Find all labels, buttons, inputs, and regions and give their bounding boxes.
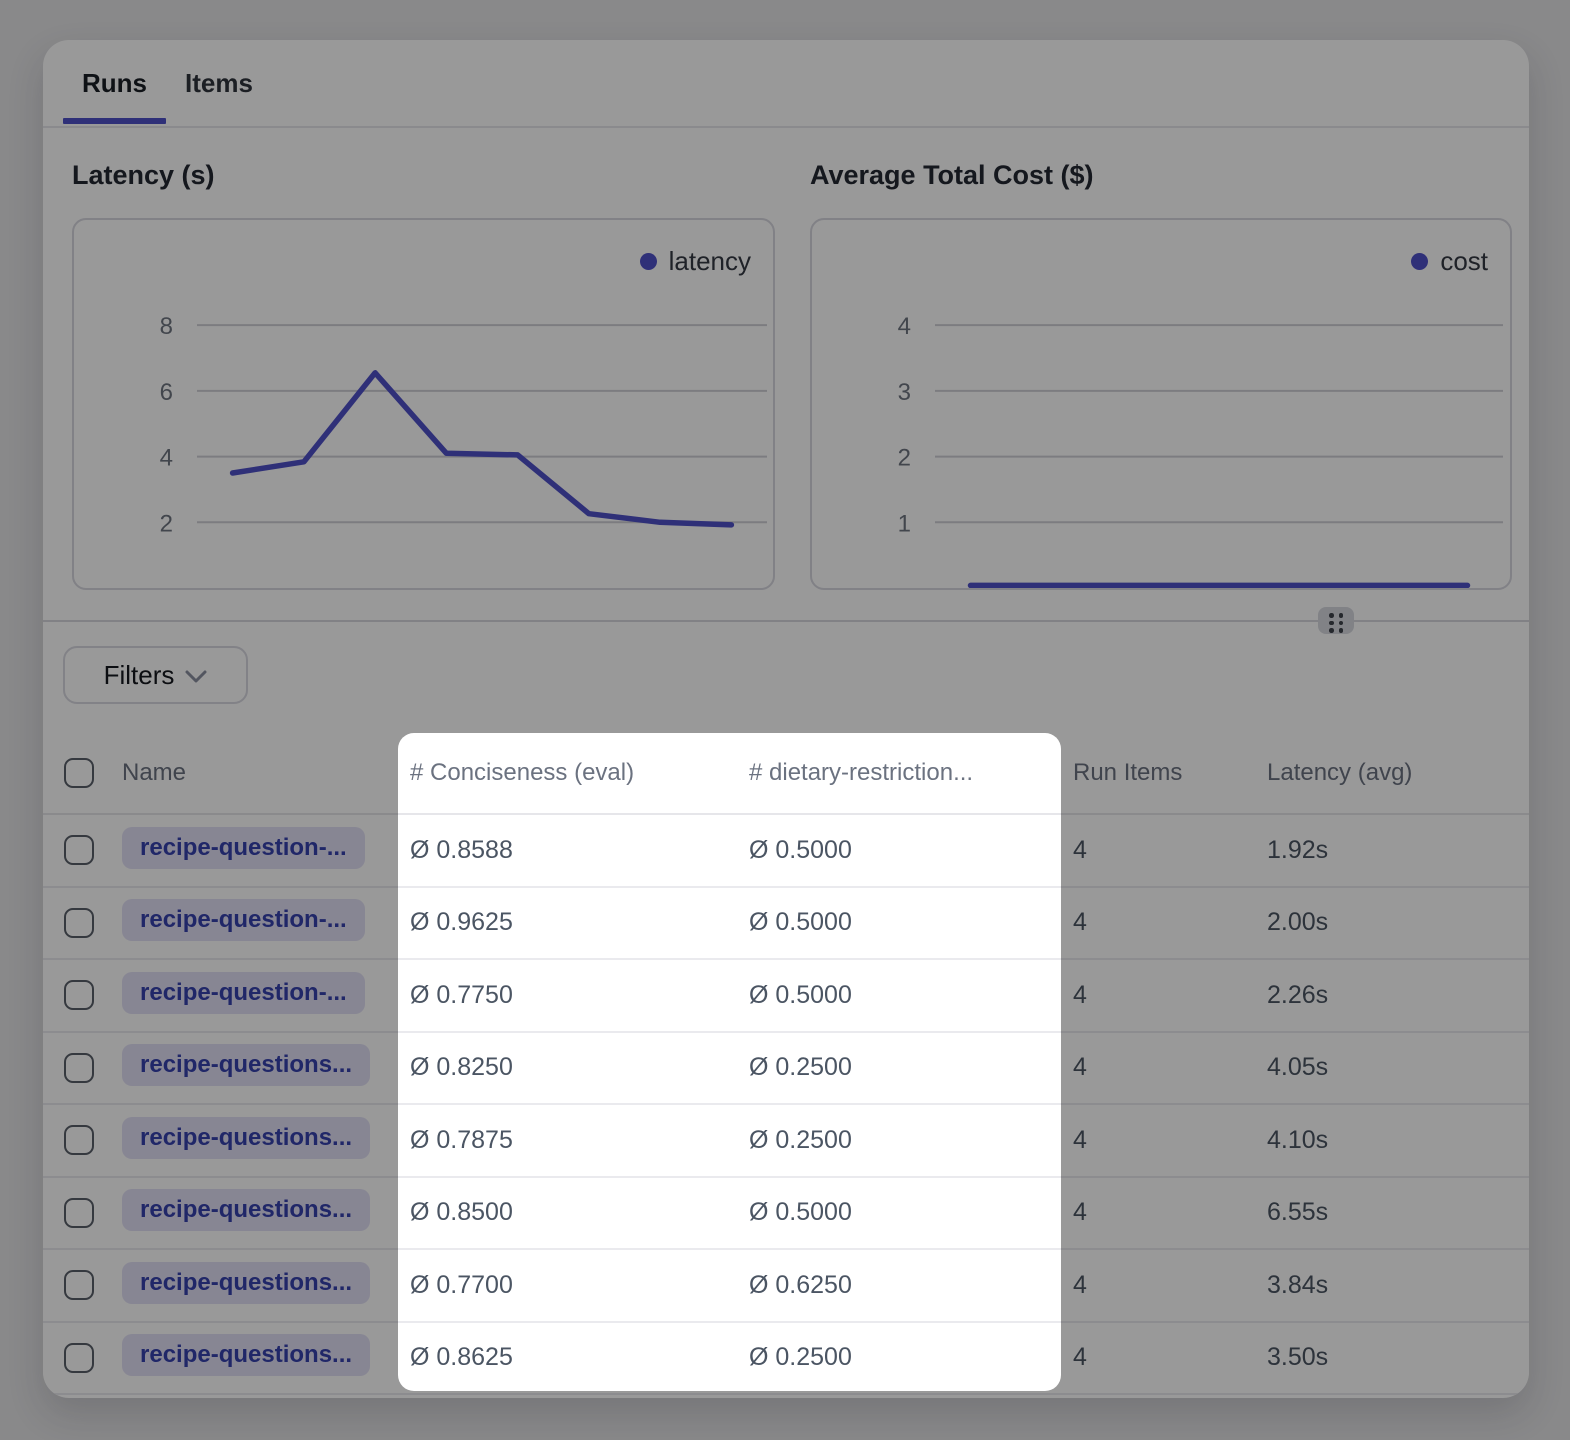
runs-panel: Runs Items Latency (s) Average Total Cos… xyxy=(43,40,1529,1398)
run-name-badge[interactable]: recipe-question-... xyxy=(122,899,365,941)
svg-text:8: 8 xyxy=(160,313,173,340)
conciseness-value: Ø 0.8588 xyxy=(398,836,737,865)
tab-items[interactable]: Items xyxy=(166,40,272,126)
active-tab-indicator xyxy=(63,118,166,124)
cost-chart: 1 2 3 4 xyxy=(812,220,1510,588)
table-row: recipe-questions... Ø 0.8625 Ø 0.2500 4 … xyxy=(43,1323,1529,1396)
dietary-value: Ø 0.2500 xyxy=(737,1343,1061,1372)
dietary-value: Ø 0.6250 xyxy=(737,1271,1061,1300)
legend-dot-icon xyxy=(1411,253,1428,270)
run-items-value: 4 xyxy=(1061,1198,1255,1227)
run-name-badge[interactable]: recipe-question-... xyxy=(122,972,365,1014)
conciseness-value: Ø 0.8250 xyxy=(398,1053,737,1082)
table-row: recipe-questions... Ø 0.8250 Ø 0.2500 4 … xyxy=(43,1033,1529,1106)
latency-value: 6.55s xyxy=(1255,1198,1529,1227)
col-header-name: Name xyxy=(120,759,398,787)
row-checkbox[interactable] xyxy=(64,835,94,865)
tab-runs[interactable]: Runs xyxy=(63,40,166,126)
dietary-value: Ø 0.5000 xyxy=(737,981,1061,1010)
run-items-value: 4 xyxy=(1061,836,1255,865)
cost-chart-card: 1 2 3 4 cost xyxy=(810,218,1512,590)
conciseness-value: Ø 0.7750 xyxy=(398,981,737,1010)
col-header-latency: Latency (avg) xyxy=(1255,759,1529,787)
chevron-down-icon xyxy=(185,670,207,684)
run-name-badge[interactable]: recipe-questions... xyxy=(122,1044,370,1086)
cost-chart-title: Average Total Cost ($) xyxy=(810,160,1094,191)
run-name-badge[interactable]: recipe-questions... xyxy=(122,1189,370,1231)
dietary-value: Ø 0.5000 xyxy=(737,836,1061,865)
select-all-checkbox[interactable] xyxy=(64,758,94,788)
row-checkbox[interactable] xyxy=(64,980,94,1010)
run-items-value: 4 xyxy=(1061,908,1255,937)
filters-button[interactable]: Filters xyxy=(63,646,248,704)
latency-legend[interactable]: latency xyxy=(640,246,751,277)
table-row: recipe-question-... Ø 0.8588 Ø 0.5000 4 … xyxy=(43,815,1529,888)
latency-value: 2.00s xyxy=(1255,908,1529,937)
screen: Runs Items Latency (s) Average Total Cos… xyxy=(0,0,1570,1440)
svg-text:4: 4 xyxy=(898,313,911,340)
run-name-badge[interactable]: recipe-question-... xyxy=(122,827,365,869)
conciseness-value: Ø 0.8500 xyxy=(398,1198,737,1227)
col-header-conciseness: # Conciseness (eval) xyxy=(398,759,737,787)
col-header-dietary: # dietary-restriction... xyxy=(737,759,1061,787)
dietary-value: Ø 0.2500 xyxy=(737,1053,1061,1082)
run-name-badge[interactable]: recipe-questions... xyxy=(122,1117,370,1159)
col-header-run-items: Run Items xyxy=(1061,759,1255,787)
row-checkbox[interactable] xyxy=(64,1125,94,1155)
svg-text:3: 3 xyxy=(898,379,911,406)
run-items-value: 4 xyxy=(1061,1126,1255,1155)
svg-text:2: 2 xyxy=(160,510,173,537)
svg-text:4: 4 xyxy=(160,445,173,472)
svg-text:2: 2 xyxy=(898,445,911,472)
drag-handle-icon[interactable] xyxy=(1318,607,1354,634)
dietary-value: Ø 0.2500 xyxy=(737,1126,1061,1155)
conciseness-value: Ø 0.7875 xyxy=(398,1126,737,1155)
run-items-value: 4 xyxy=(1061,1343,1255,1372)
latency-chart-card: 2 4 6 8 latency xyxy=(72,218,775,590)
dietary-value: Ø 0.5000 xyxy=(737,908,1061,937)
table-header-row: Name # Conciseness (eval) # dietary-rest… xyxy=(43,733,1529,815)
resize-divider xyxy=(43,620,1529,622)
latency-value: 3.50s xyxy=(1255,1343,1529,1372)
table-row: recipe-questions... Ø 0.7875 Ø 0.2500 4 … xyxy=(43,1105,1529,1178)
latency-value: 2.26s xyxy=(1255,981,1529,1010)
latency-value: 4.05s xyxy=(1255,1053,1529,1082)
conciseness-value: Ø 0.9625 xyxy=(398,908,737,937)
row-checkbox[interactable] xyxy=(64,1270,94,1300)
latency-value: 1.92s xyxy=(1255,836,1529,865)
svg-text:6: 6 xyxy=(160,379,173,406)
tab-runs-label: Runs xyxy=(82,68,147,99)
row-checkbox[interactable] xyxy=(64,1198,94,1228)
run-items-value: 4 xyxy=(1061,981,1255,1010)
row-checkbox[interactable] xyxy=(64,1343,94,1373)
run-name-badge[interactable]: recipe-questions... xyxy=(122,1334,370,1376)
conciseness-value: Ø 0.7700 xyxy=(398,1271,737,1300)
row-checkbox[interactable] xyxy=(64,1053,94,1083)
latency-value: 4.10s xyxy=(1255,1126,1529,1155)
row-checkbox[interactable] xyxy=(64,908,94,938)
run-name-badge[interactable]: recipe-questions... xyxy=(122,1262,370,1304)
filters-button-label: Filters xyxy=(104,660,175,691)
latency-chart-title: Latency (s) xyxy=(72,160,215,191)
runs-table: Name # Conciseness (eval) # dietary-rest… xyxy=(43,733,1529,1395)
tab-items-label: Items xyxy=(185,68,253,99)
table-row: recipe-questions... Ø 0.7700 Ø 0.6250 4 … xyxy=(43,1250,1529,1323)
run-items-value: 4 xyxy=(1061,1053,1255,1082)
dietary-value: Ø 0.5000 xyxy=(737,1198,1061,1227)
cost-legend[interactable]: cost xyxy=(1411,246,1488,277)
table-row: recipe-questions... Ø 0.8500 Ø 0.5000 4 … xyxy=(43,1178,1529,1251)
run-items-value: 4 xyxy=(1061,1271,1255,1300)
table-row: recipe-question-... Ø 0.9625 Ø 0.5000 4 … xyxy=(43,888,1529,961)
tabbar: Runs Items xyxy=(43,40,1529,128)
conciseness-value: Ø 0.8625 xyxy=(398,1343,737,1372)
legend-label: latency xyxy=(669,246,751,277)
table-row: recipe-question-... Ø 0.7750 Ø 0.5000 4 … xyxy=(43,960,1529,1033)
svg-text:1: 1 xyxy=(898,510,911,537)
legend-dot-icon xyxy=(640,253,657,270)
legend-label: cost xyxy=(1440,246,1488,277)
latency-value: 3.84s xyxy=(1255,1271,1529,1300)
